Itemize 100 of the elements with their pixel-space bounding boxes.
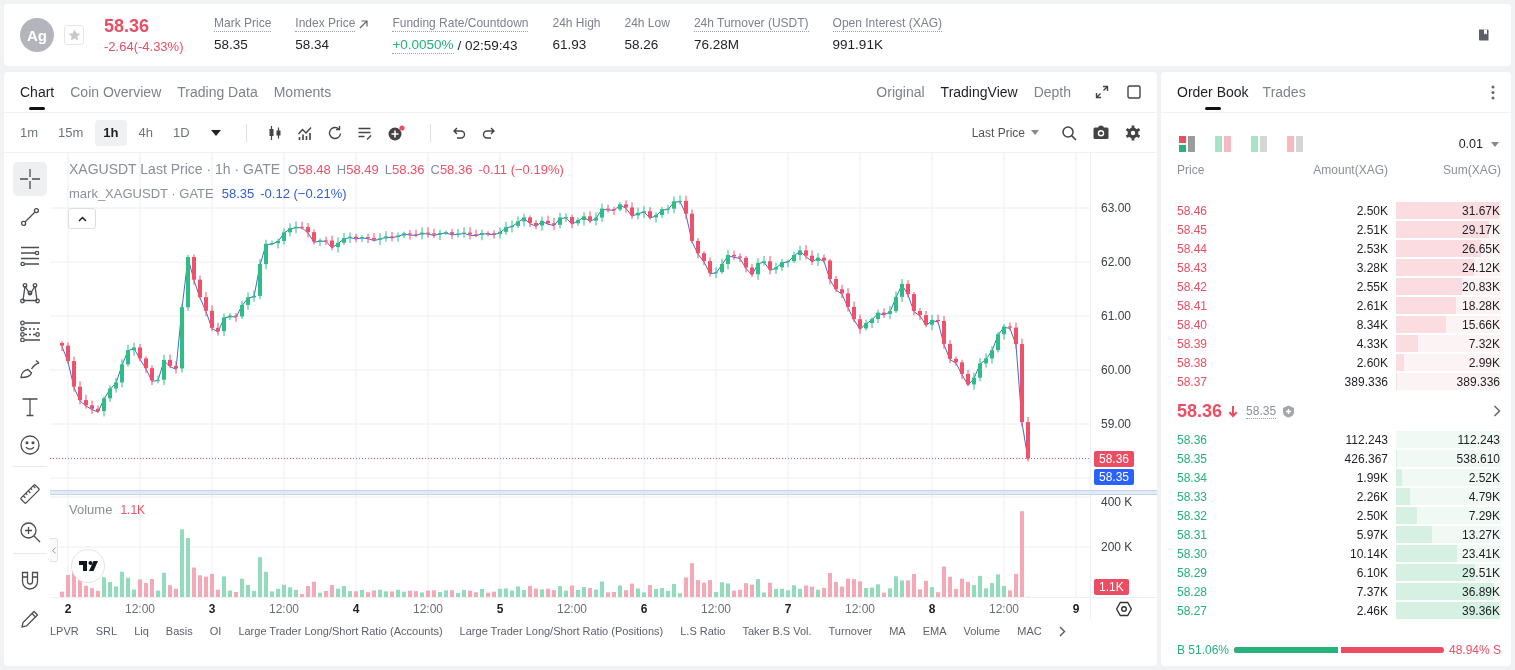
- indicator-tab[interactable]: L.S Ratio: [680, 625, 726, 637]
- price-change: -2.64(-4.33%): [104, 38, 184, 55]
- indicator-tab[interactable]: SRL: [95, 625, 118, 637]
- sell-ratio: 48.94% S: [1448, 643, 1501, 657]
- chart-tab[interactable]: Moments: [273, 72, 332, 112]
- ask-sum: 29.17K: [1461, 222, 1501, 237]
- chart-tab[interactable]: Trading Data: [177, 72, 258, 112]
- coin-badge: Ag: [20, 18, 54, 52]
- indicator-tab[interactable]: MAC: [1017, 625, 1042, 637]
- interval-button[interactable]: 15m: [50, 119, 92, 146]
- ask-sum: 24.12K: [1461, 260, 1501, 275]
- volume-title: Volume: [69, 502, 113, 517]
- column-header: Amount(XAG): [1312, 163, 1388, 177]
- volume-axis-label: 400 K: [1101, 495, 1133, 509]
- bid-price: 58.31: [1177, 527, 1209, 542]
- bid-sum: 112.243: [1457, 432, 1501, 447]
- precision-dropdown[interactable]: 0.01: [1458, 137, 1499, 151]
- indicator-tab[interactable]: Liq: [134, 625, 149, 637]
- ask-sum: 15.66K: [1461, 317, 1501, 332]
- ask-price: 58.45: [1177, 222, 1209, 237]
- stat-label: Index Price: [295, 16, 356, 32]
- camera-icon[interactable]: [1093, 125, 1109, 140]
- chart-tab[interactable]: Coin Overview: [70, 72, 162, 112]
- indicator-tab[interactable]: Large Trader Long/Short Ratio (Accounts): [238, 625, 443, 637]
- caret-down-icon[interactable]: [210, 129, 221, 136]
- logo-icon[interactable]: [71, 549, 105, 583]
- ask-amount: 389.336: [1343, 374, 1388, 389]
- replay-icon[interactable]: [326, 124, 343, 141]
- ohlc-value: 58.48: [298, 162, 331, 177]
- price-axis-label: 59.00: [1101, 417, 1132, 431]
- stat-label: Funding Rate/Countdown: [392, 16, 529, 32]
- drawing-tool-button[interactable]: [13, 162, 47, 196]
- view-tab[interactable]: Original: [876, 84, 925, 100]
- indicator-tab[interactable]: Turnover: [828, 625, 873, 637]
- bid-price: 58.35: [1177, 451, 1209, 466]
- price-axis-label: 61.00: [1101, 309, 1132, 323]
- bid-amount: 2.26K: [1355, 489, 1388, 504]
- ohlc-key: H: [336, 162, 347, 177]
- indicator-chart-icon[interactable]: [296, 124, 313, 141]
- time-axis-label: 12:00: [989, 602, 1019, 616]
- interval-button[interactable]: 1m: [12, 119, 47, 146]
- indicator-tab[interactable]: Taker B.S Vol.: [742, 625, 812, 637]
- collapse-legend-button[interactable]: [68, 208, 96, 229]
- view-tab[interactable]: Depth: [1033, 84, 1071, 100]
- indicator-tab[interactable]: OI: [209, 625, 222, 637]
- interval-button[interactable]: 1h: [95, 119, 127, 146]
- stat-label: Mark Price: [214, 16, 272, 32]
- stat-value: 58.26: [624, 36, 659, 53]
- indicator-tab[interactable]: Large Trader Long/Short Ratio (Positions): [459, 625, 664, 637]
- chevron-right-icon[interactable]: [1058, 625, 1066, 637]
- arrow-up-right-icon[interactable]: [359, 19, 369, 29]
- settings-icon[interactable]: [1125, 124, 1141, 141]
- last-price: 58.36: [104, 15, 150, 36]
- interval-button[interactable]: 1D: [165, 119, 198, 146]
- ohlc-value: 58.36: [439, 162, 473, 177]
- indicator-tab[interactable]: EMA: [922, 625, 947, 637]
- book-icon[interactable]: [1477, 28, 1491, 42]
- mark-change: -0.12 (−0.21%): [260, 186, 347, 201]
- plus-circle-icon[interactable]: [386, 124, 405, 141]
- interval-button[interactable]: 4h: [130, 119, 161, 146]
- parallel-lines-icon: [19, 244, 41, 266]
- indicator-tab[interactable]: Basis: [165, 625, 193, 637]
- stat-value: 58.35: [214, 36, 248, 53]
- indicator-tab[interactable]: Volume: [963, 625, 1001, 637]
- bid-amount: 5.97K: [1355, 527, 1388, 542]
- bid-sum: 538.610: [1456, 451, 1501, 466]
- hexagon-settings-icon[interactable]: [1116, 600, 1132, 617]
- square-icon[interactable]: [1127, 85, 1141, 99]
- ask-price: 58.41: [1177, 298, 1209, 313]
- order-book-tab[interactable]: Order Book: [1177, 72, 1249, 112]
- chart-tab[interactable]: Chart: [20, 72, 55, 112]
- ask-amount: 2.51K: [1355, 222, 1388, 237]
- price-source-dropdown[interactable]: Last Price: [971, 125, 1039, 140]
- bid-sum: 13.27K: [1461, 527, 1501, 542]
- pencil-icon: [19, 608, 41, 630]
- bid-price: 58.32: [1177, 508, 1209, 523]
- time-axis-label: 3: [208, 602, 216, 616]
- bid-sum: 7.29K: [1468, 508, 1501, 523]
- ask-sum: 2.99K: [1468, 355, 1501, 370]
- price-axis-label: 62.00: [1101, 255, 1132, 269]
- caret-up-icon: [77, 215, 87, 222]
- chevron-right-icon[interactable]: [1493, 405, 1501, 417]
- legend-title: mark_XAGUSDT · GATE: [69, 186, 214, 201]
- search-icon[interactable]: [1061, 124, 1077, 141]
- bid-amount: 426.367: [1343, 451, 1388, 466]
- expand-icon[interactable]: [1095, 85, 1109, 99]
- indicator-tab[interactable]: LPVR: [50, 625, 79, 637]
- ask-amount: 4.33K: [1355, 336, 1388, 351]
- bid-price: 58.33: [1177, 489, 1209, 504]
- view-tab[interactable]: TradingView: [940, 84, 1018, 100]
- ask-price: 58.43: [1177, 260, 1209, 275]
- stacked-layout-icon[interactable]: [1179, 136, 1195, 152]
- ask-price: 58.42: [1177, 279, 1209, 294]
- order-book-tab[interactable]: Trades: [1262, 72, 1306, 112]
- stat-value: 991.91K: [832, 36, 883, 53]
- stat-value: 58.34: [295, 36, 330, 53]
- more-vertical-icon[interactable]: [1491, 84, 1495, 100]
- mark-value: 58.35: [221, 186, 255, 201]
- indicator-tab[interactable]: MA: [889, 625, 906, 637]
- brush-icon: [19, 358, 41, 380]
